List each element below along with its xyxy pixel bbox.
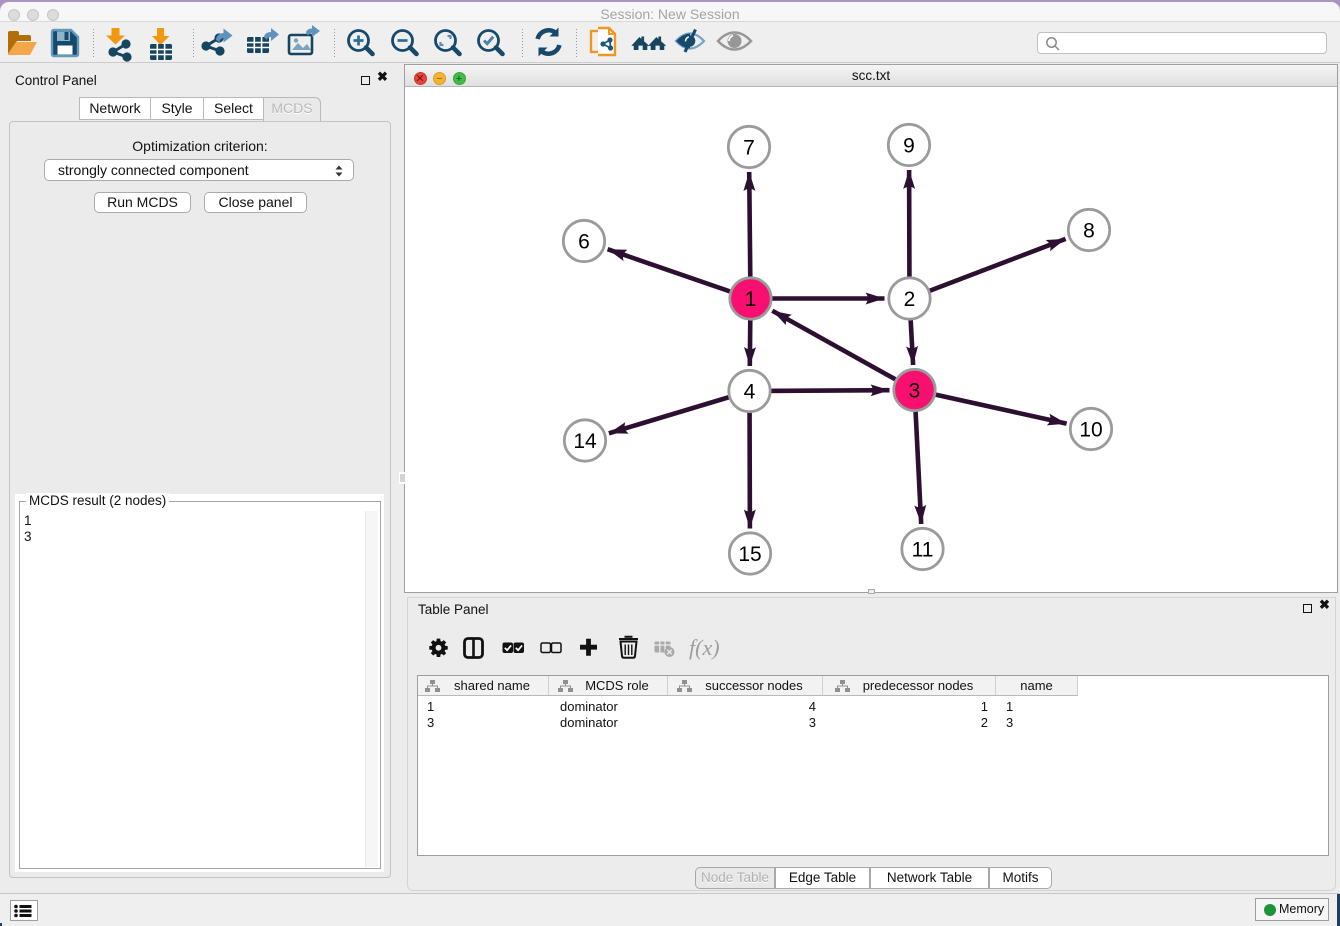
svg-text:6: 6 (578, 231, 590, 254)
svg-text:2: 2 (904, 288, 916, 311)
svg-text:11: 11 (912, 539, 934, 562)
svg-text:f(x): f(x) (689, 635, 720, 660)
svg-text:10: 10 (1079, 419, 1102, 442)
svg-text:8: 8 (1083, 220, 1095, 243)
svg-text:1: 1 (745, 288, 757, 311)
svg-text:15: 15 (738, 543, 761, 566)
svg-text:14: 14 (573, 430, 597, 453)
svg-text:3: 3 (909, 380, 921, 403)
svg-text:4: 4 (744, 381, 756, 404)
svg-text:9: 9 (903, 135, 915, 158)
svg-text:7: 7 (743, 137, 755, 160)
